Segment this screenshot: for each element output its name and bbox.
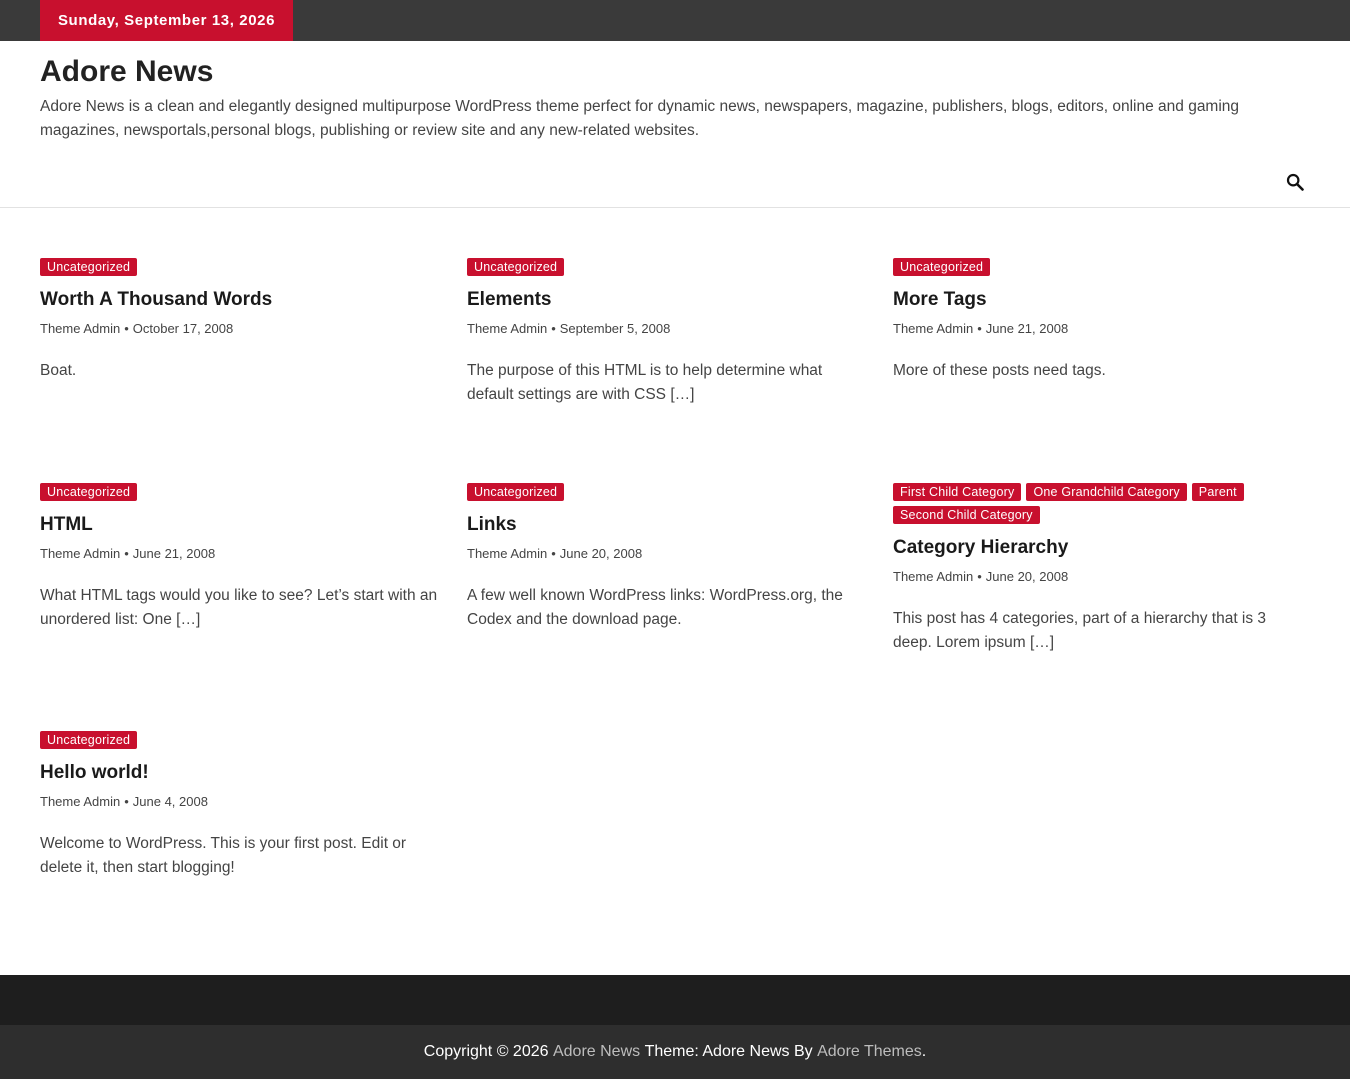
- post-meta: Theme Admin • June 20, 2008: [893, 569, 1298, 585]
- footer-widgets-area: [0, 975, 1350, 1025]
- post-categories: Uncategorized: [467, 483, 872, 501]
- top-bar: Sunday, September 13, 2026: [0, 0, 1350, 41]
- post-card: Uncategorized More Tags Theme Admin • June 2…: [893, 258, 1298, 383]
- post-title[interactable]: Category Hierarchy: [893, 536, 1298, 560]
- post-title[interactable]: Elements: [467, 288, 872, 312]
- post-meta: Theme Admin • October 17, 2008: [40, 321, 445, 337]
- search-icon[interactable]: [1286, 173, 1304, 191]
- post-excerpt: More of these posts need tags.: [893, 362, 1106, 379]
- header-divider: [0, 207, 1350, 208]
- post-categories: Uncategorized: [893, 258, 1298, 276]
- post-excerpt: Welcome to WordPress. This is your first…: [40, 835, 407, 876]
- post-card: Uncategorized Hello world! Theme Admin • Jun…: [40, 731, 445, 880]
- post-author[interactable]: Theme Admin: [893, 569, 973, 584]
- post-categories: Uncategorized: [467, 258, 872, 276]
- current-date: Sunday, September 13, 2026: [40, 0, 293, 41]
- category-badge[interactable]: Parent: [1191, 483, 1244, 501]
- copyright-text: Copyright © 2026: [423, 1043, 549, 1060]
- post-card: Uncategorized Links Theme Admin • June 20, 2…: [467, 483, 872, 632]
- post-author[interactable]: Theme Admin: [467, 546, 547, 561]
- post-date[interactable]: September 5, 2008: [560, 321, 671, 336]
- category-badge[interactable]: Uncategorized: [40, 258, 138, 276]
- post-author[interactable]: Theme Admin: [40, 794, 120, 809]
- post-categories: Uncategorized: [40, 483, 445, 501]
- footer-author-link[interactable]: Adore Themes: [817, 1043, 922, 1061]
- post-date[interactable]: June 20, 2008: [986, 569, 1068, 584]
- post-card: Uncategorized Worth A Thousand Words Theme…: [40, 258, 445, 383]
- post-meta: Theme Admin • September 5, 2008: [467, 321, 872, 337]
- post-title[interactable]: Links: [467, 513, 872, 537]
- category-badge[interactable]: Uncategorized: [40, 731, 138, 749]
- post-title[interactable]: More Tags: [893, 288, 1298, 312]
- post-excerpt: Boat.: [40, 362, 77, 379]
- post-card: Uncategorized Elements Theme Admin • Septemb…: [467, 258, 872, 407]
- post-card: Uncategorized HTML Theme Admin • June 21, 20…: [40, 483, 445, 632]
- category-badge[interactable]: Uncategorized: [40, 483, 138, 501]
- meta-separator: •: [977, 569, 982, 584]
- category-badge[interactable]: Uncategorized: [467, 258, 565, 276]
- post-excerpt: A few well known WordPress links: WordPr…: [467, 587, 843, 628]
- post-meta: Theme Admin • June 21, 2008: [40, 546, 445, 562]
- post-categories: Uncategorized: [40, 731, 445, 749]
- post-meta: Theme Admin • June 21, 2008: [893, 321, 1298, 337]
- post-date[interactable]: June 20, 2008: [560, 546, 642, 561]
- meta-separator: •: [124, 546, 129, 561]
- post-date[interactable]: June 21, 2008: [986, 321, 1068, 336]
- footer-copyright: Copyright © 2026 Adore News Theme: Adore…: [0, 1025, 1350, 1079]
- post-date[interactable]: June 4, 2008: [133, 794, 208, 809]
- post-categories: First Child Category One Grandchild Categ…: [893, 483, 1298, 524]
- category-badge[interactable]: One Grandchild Category: [1026, 483, 1187, 501]
- post-card: First Child Category One Grandchild Categ…: [893, 483, 1298, 655]
- post-author[interactable]: Theme Admin: [40, 546, 120, 561]
- post-excerpt: This post has 4 categories, part of a hi…: [893, 610, 1267, 651]
- post-excerpt: What HTML tags would you like to see? Le…: [40, 587, 438, 628]
- meta-separator: •: [977, 321, 982, 336]
- meta-separator: •: [551, 546, 556, 561]
- post-title[interactable]: Worth A Thousand Words: [40, 288, 445, 312]
- post-title[interactable]: HTML: [40, 513, 445, 537]
- category-badge[interactable]: Uncategorized: [467, 483, 565, 501]
- category-badge[interactable]: First Child Category: [893, 483, 1022, 501]
- post-date[interactable]: October 17, 2008: [133, 321, 233, 336]
- post-excerpt: The purpose of this HTML is to help dete…: [467, 362, 823, 403]
- post-author[interactable]: Theme Admin: [40, 321, 120, 336]
- category-badge[interactable]: Uncategorized: [893, 258, 991, 276]
- site-description: Adore News is a clean and elegantly desi…: [40, 98, 1240, 139]
- post-meta: Theme Admin • June 4, 2008: [40, 794, 445, 810]
- post-categories: Uncategorized: [40, 258, 445, 276]
- post-meta: Theme Admin • June 20, 2008: [467, 546, 872, 562]
- site-title[interactable]: Adore News: [40, 55, 213, 89]
- meta-separator: •: [124, 321, 129, 336]
- footer-period: .: [921, 1043, 927, 1060]
- meta-separator: •: [124, 794, 129, 809]
- footer-site-link[interactable]: Adore News: [553, 1043, 640, 1061]
- post-date[interactable]: June 21, 2008: [133, 546, 215, 561]
- post-title[interactable]: Hello world!: [40, 761, 445, 785]
- theme-credit-text: Theme: Adore News By: [644, 1043, 813, 1060]
- meta-separator: •: [551, 321, 556, 336]
- post-author[interactable]: Theme Admin: [467, 321, 547, 336]
- post-author[interactable]: Theme Admin: [893, 321, 973, 336]
- category-badge[interactable]: Second Child Category: [893, 506, 1040, 524]
